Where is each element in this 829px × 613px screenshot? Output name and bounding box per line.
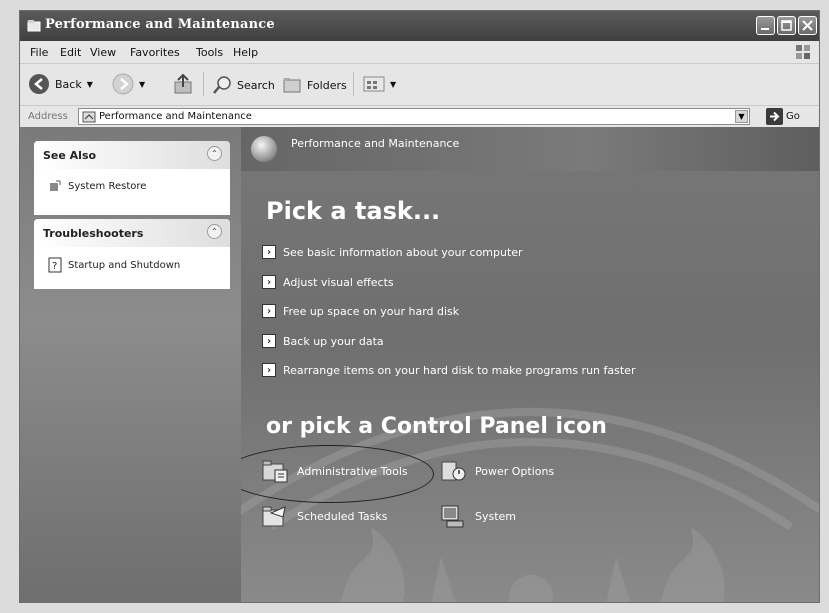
forward-button[interactable]: ▼ <box>112 73 145 95</box>
menu-edit[interactable]: Edit <box>60 46 81 59</box>
task-arrow-icon: › <box>262 245 276 259</box>
address-bar: Address Performance and Maintenance ▼ Go <box>20 105 819 127</box>
folder-icon <box>27 20 41 32</box>
views-button[interactable]: ▼ <box>363 75 396 93</box>
window: Performance and Maintenance File Edit Vi… <box>19 10 820 603</box>
see-also-panel: See Also ⌃ System Restore <box>34 141 230 215</box>
collapse-chevron-icon[interactable]: ⌃ <box>207 146 222 161</box>
system-label: System <box>475 509 517 523</box>
task-arrow-icon: › <box>262 275 276 289</box>
views-icon <box>363 76 385 92</box>
scheduled-tasks-item[interactable]: Scheduled Tasks <box>261 503 388 529</box>
troubleshooters-title: Troubleshooters <box>43 227 144 240</box>
startup-shutdown-link[interactable]: ? Startup and Shutdown <box>48 257 180 273</box>
performance-maintenance-icon <box>251 136 277 162</box>
system-restore-label: System Restore <box>68 180 147 192</box>
close-icon <box>802 20 813 31</box>
see-also-title: See Also <box>43 149 97 162</box>
task-link[interactable]: › Rearrange items on your hard disk to m… <box>262 363 635 377</box>
task-link[interactable]: › Free up space on your hard disk <box>262 304 459 318</box>
main-content: Performance and Maintenance Pick a task.… <box>241 127 819 602</box>
minimize-button[interactable] <box>756 16 775 35</box>
forward-dropdown-icon[interactable]: ▼ <box>139 80 145 89</box>
scheduled-tasks-label: Scheduled Tasks <box>297 509 388 523</box>
pick-icon-heading: or pick a Control Panel icon <box>266 414 607 439</box>
task-arrow-icon: › <box>262 334 276 348</box>
system-item[interactable]: System <box>439 503 516 529</box>
control-panel-icon <box>82 111 96 123</box>
pick-task-heading: Pick a task... <box>266 197 441 225</box>
go-arrow-icon <box>766 108 783 125</box>
back-label: Back <box>55 77 82 91</box>
maximize-button[interactable] <box>777 16 796 35</box>
menu-file[interactable]: File <box>30 46 48 59</box>
help-question-icon: ? <box>48 257 62 273</box>
go-button[interactable]: Go <box>766 108 800 125</box>
svg-text:?: ? <box>52 261 57 272</box>
maximize-icon <box>781 20 792 31</box>
title-bar[interactable]: Performance and Maintenance <box>20 11 819 41</box>
back-dropdown-icon[interactable]: ▼ <box>87 80 93 89</box>
task-label: See basic information about your compute… <box>283 245 523 259</box>
task-label: Free up space on your hard disk <box>283 304 460 318</box>
task-pane: See Also ⌃ System Restore Troubleshooter… <box>20 127 241 602</box>
minimize-icon <box>761 28 769 30</box>
task-arrow-icon: › <box>262 304 276 318</box>
task-link[interactable]: › See basic information about your compu… <box>262 245 523 259</box>
address-value: Performance and Maintenance <box>99 111 252 122</box>
up-folder-icon <box>174 73 192 94</box>
go-label: Go <box>786 111 800 122</box>
forward-arrow-icon <box>112 73 134 95</box>
power-options-item[interactable]: Power Options <box>439 458 554 484</box>
back-arrow-icon <box>29 74 49 94</box>
system-restore-link[interactable]: System Restore <box>48 179 146 193</box>
menu-bar: File Edit View Favorites Tools Help <box>20 41 819 63</box>
menu-favorites[interactable]: Favorites <box>130 46 180 59</box>
search-icon <box>213 76 231 94</box>
address-label: Address <box>28 111 68 122</box>
task-arrow-icon: › <box>262 363 276 377</box>
close-button[interactable] <box>798 16 817 35</box>
collapse-chevron-icon[interactable]: ⌃ <box>207 224 222 239</box>
content-header-title: Performance and Maintenance <box>291 137 460 150</box>
views-dropdown-icon[interactable]: ▼ <box>390 80 396 89</box>
troubleshooters-header[interactable]: Troubleshooters ⌃ <box>34 219 230 247</box>
administrative-tools-label: Administrative Tools <box>297 464 408 478</box>
startup-shutdown-label: Startup and Shutdown <box>68 259 181 271</box>
search-button[interactable]: Search <box>212 75 275 95</box>
task-link[interactable]: › Adjust visual effects <box>262 275 394 289</box>
search-label: Search <box>237 78 275 92</box>
task-label: Adjust visual effects <box>283 275 394 289</box>
troubleshooters-panel: Troubleshooters ⌃ ? Startup and Shutdown <box>34 219 230 289</box>
menu-help[interactable]: Help <box>233 46 258 59</box>
menu-view[interactable]: View <box>90 46 116 59</box>
administrative-tools-icon <box>262 460 288 483</box>
power-options-label: Power Options <box>475 464 555 478</box>
task-label: Rearrange items on your hard disk to mak… <box>283 363 636 377</box>
power-options-icon <box>441 461 466 481</box>
address-dropdown-icon[interactable]: ▼ <box>735 110 748 123</box>
menu-tools[interactable]: Tools <box>196 46 223 59</box>
see-also-header[interactable]: See Also ⌃ <box>34 141 230 169</box>
window-title: Performance and Maintenance <box>45 17 275 32</box>
system-icon <box>441 505 464 528</box>
scheduled-tasks-icon <box>262 506 286 527</box>
administrative-tools-item[interactable]: Administrative Tools <box>261 458 408 484</box>
content-header: Performance and Maintenance <box>241 127 819 171</box>
windows-logo-icon <box>796 45 810 59</box>
back-button[interactable]: Back ▼ <box>28 73 93 95</box>
task-link[interactable]: › Back up your data <box>262 334 384 348</box>
folders-icon <box>283 78 301 93</box>
folders-button[interactable]: Folders <box>282 75 347 95</box>
system-restore-icon <box>50 180 61 191</box>
up-folder-button[interactable] <box>172 72 194 96</box>
folders-label: Folders <box>307 78 347 92</box>
task-label: Back up your data <box>283 334 384 348</box>
address-input[interactable]: Performance and Maintenance ▼ <box>78 108 750 125</box>
toolbar: Back ▼ ▼ Search Folders ▼ <box>20 63 819 105</box>
